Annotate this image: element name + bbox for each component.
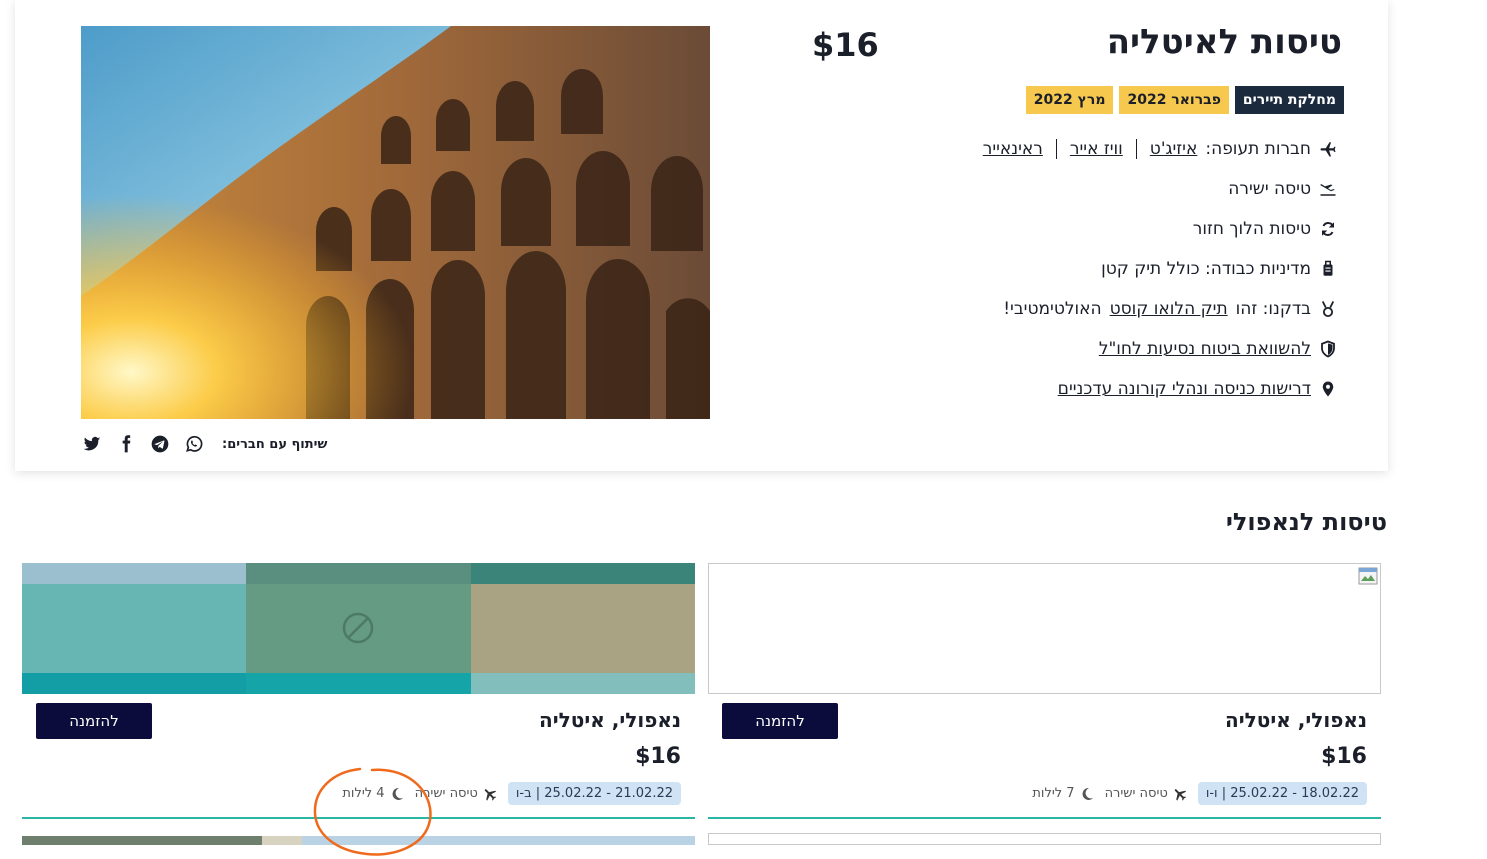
book-button[interactable]: להזמנה [36, 703, 152, 739]
feature-airlines: חברות תעופה: איזיג'ט וויז אייר ראינאייר [983, 129, 1337, 169]
checked-prefix: בדקנו: זהו [1235, 299, 1311, 319]
deal-dates: 21.02.22 - 25.02.22 | ב-ו [507, 782, 681, 805]
deal-nights: 7 לילות [1032, 786, 1094, 802]
hero-image-colosseum [81, 26, 710, 419]
card-divider [708, 817, 1381, 819]
feature-list: חברות תעופה: איזיג'ט וויז אייר ראינאייר טי… [983, 129, 1337, 409]
flight-type-text: טיסה ישירה [1104, 786, 1168, 801]
placeholder-tiles [22, 563, 695, 694]
hero-price: $16 [812, 26, 879, 64]
lowcost-bag-link[interactable]: תיק הלואו קוסט [1110, 293, 1228, 325]
twitter-icon[interactable] [82, 434, 102, 454]
separator [1055, 139, 1057, 159]
plane-departure-icon [1320, 184, 1336, 196]
feature-round-trip: טיסות הלוך חזור [983, 209, 1337, 249]
telegram-icon[interactable] [150, 434, 170, 454]
separator [1135, 139, 1137, 159]
airplane-icon [1174, 788, 1186, 801]
feature-direct: טיסה ישירה [983, 169, 1337, 209]
whatsapp-icon[interactable] [184, 434, 204, 454]
suitcase-icon [1323, 260, 1333, 276]
airline-link-ryanair[interactable]: ראינאייר [983, 133, 1043, 165]
insurance-link[interactable]: להשוואת ביטוח נסיעות לחו"ל [1099, 333, 1311, 365]
deal-meta: 18.02.22 - 25.02.22 | ו-ו טיסה ישירה 7 ל… [1032, 782, 1367, 805]
moon-icon [1082, 787, 1093, 800]
entry-requirements-link[interactable]: דרישות כניסה ונהלי קורונה עדכניים [1058, 373, 1311, 405]
facebook-icon[interactable] [116, 434, 136, 454]
broken-image-icon [1358, 567, 1378, 585]
feature-insurance: להשוואת ביטוח נסיעות לחו"ל [983, 329, 1337, 369]
deal-image-broken [708, 563, 1381, 694]
deal-price: $16 [1321, 744, 1367, 769]
section-title: טיסות לנאפולי [1225, 508, 1387, 536]
shield-icon [1321, 340, 1335, 358]
deal-destination: נאפולי, איטליה [539, 708, 681, 732]
feature-checked: בדקנו: זהו תיק הלואו קוסט האולטימטיבי! [983, 289, 1337, 329]
deal-flight-type: טיסה ישירה [415, 786, 498, 802]
colosseum-illustration [81, 26, 710, 419]
share-label: שיתוף עם חברים: [222, 436, 328, 452]
feature-entry: דרישות כניסה ונהלי קורונה עדכניים [983, 369, 1337, 409]
direct-flight-text: טיסה ישירה [1228, 179, 1311, 199]
deal-price: $16 [635, 744, 681, 769]
airlines-label: חברות תעופה: [1205, 139, 1311, 159]
page-title: טיסות לאיטליה [1106, 22, 1342, 62]
airplane-icon [484, 788, 496, 801]
feature-baggage: מדיניות כבודה: כולל תיק קטן [983, 249, 1337, 289]
next-deal-image-broken [708, 833, 1381, 845]
deal-meta: 21.02.22 - 25.02.22 | ב-ו טיסה ישירה 4 ל… [342, 782, 681, 805]
flight-type-text: טיסה ישירה [414, 786, 478, 801]
medal-icon [1321, 301, 1335, 318]
card-divider [22, 817, 695, 819]
deal-dates: 18.02.22 - 25.02.22 | ו-ו [1197, 782, 1367, 805]
deal-card[interactable]: נאפולי, איטליה $16 להזמנה 18.02.22 - 25.… [708, 563, 1381, 845]
deal-destination: נאפולי, איטליה [1225, 708, 1367, 732]
moon-icon [392, 787, 403, 800]
round-trip-text: טיסות הלוך חזור [1192, 219, 1311, 239]
share-bar: שיתוף עם חברים: [82, 434, 327, 454]
next-deal-image [22, 833, 695, 845]
tag-list: מחלקת תיירים פברואר 2022 מרץ 2022 [1025, 86, 1344, 114]
baggage-text: מדיניות כבודה: כולל תיק קטן [1101, 259, 1311, 279]
sync-icon [1321, 222, 1335, 236]
deal-nights: 4 לילות [342, 786, 404, 802]
deal-image-placeholder [22, 563, 695, 694]
tag-cabin-class: מחלקת תיירים [1234, 86, 1344, 114]
book-button[interactable]: להזמנה [722, 703, 838, 739]
deal-card[interactable]: נאפולי, איטליה $16 להזמנה 21.02.22 - 25.… [22, 563, 695, 845]
tag-month-feb: פברואר 2022 [1119, 86, 1229, 114]
airline-link-wizzair[interactable]: וויז אייר [1070, 133, 1123, 165]
nights-text: 4 לילות [342, 786, 385, 801]
checked-suffix: האולטימטיבי! [1003, 299, 1102, 319]
map-pin-icon [1322, 381, 1334, 397]
airplane-icon [1320, 142, 1336, 157]
airline-link-easyjet[interactable]: איזיג'ט [1150, 133, 1198, 165]
nights-text: 7 לילות [1032, 786, 1075, 801]
deal-flight-type: טיסה ישירה [1105, 786, 1188, 802]
tag-month-mar: מרץ 2022 [1025, 86, 1114, 114]
